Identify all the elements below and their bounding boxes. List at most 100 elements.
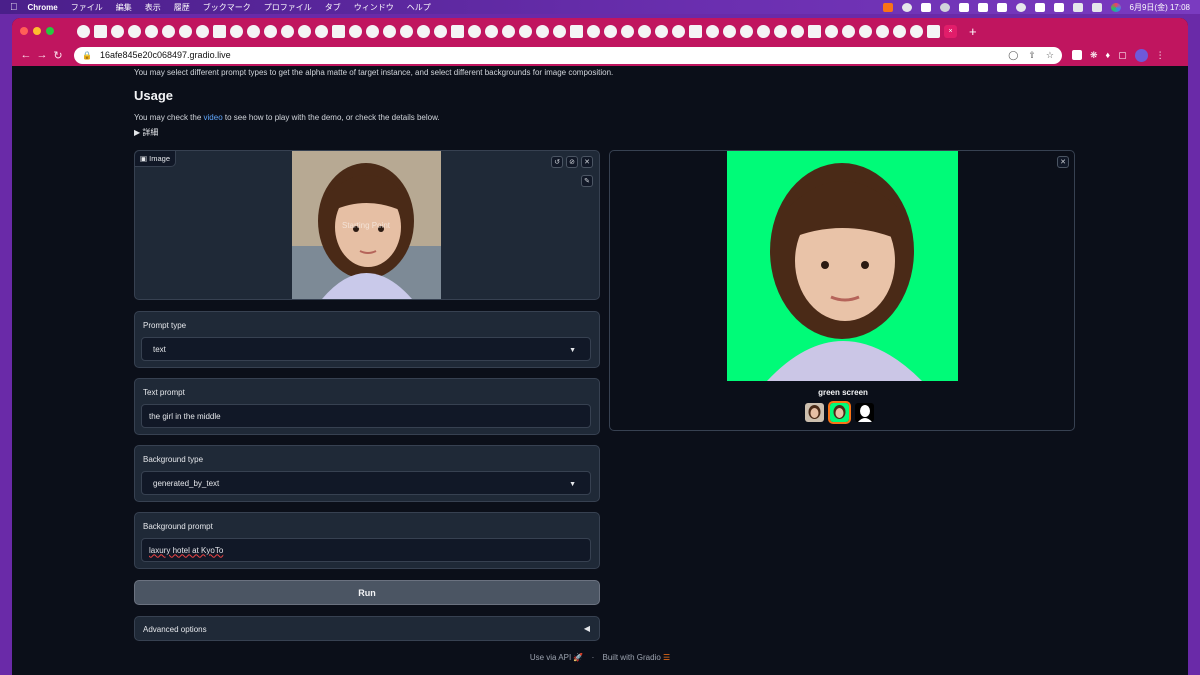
extension-icon[interactable]: [1072, 50, 1082, 60]
browser-tab-favicon[interactable]: [349, 24, 362, 38]
browser-tab-favicon[interactable]: [281, 24, 294, 38]
sidebar-icon[interactable]: ▢: [1118, 50, 1127, 61]
share-icon[interactable]: ⇧: [1028, 50, 1036, 61]
browser-tab-favicon[interactable]: [196, 24, 209, 38]
tray-app-icon[interactable]: [977, 2, 988, 12]
browser-tab-favicon[interactable]: [383, 24, 396, 38]
browser-tab-favicon[interactable]: [604, 24, 617, 38]
profile-avatar[interactable]: [1134, 48, 1148, 62]
extension-icon[interactable]: ❋: [1090, 50, 1098, 61]
edit-pen-icon[interactable]: ✎: [581, 175, 593, 187]
browser-tab-favicon[interactable]: [128, 24, 141, 38]
api-link[interactable]: Use via API: [530, 653, 571, 662]
browser-tab-favicon[interactable]: [468, 24, 481, 38]
browser-tab-favicon[interactable]: [842, 24, 855, 38]
browser-tab-favicon[interactable]: [706, 24, 719, 38]
browser-tab-favicon[interactable]: [502, 24, 515, 38]
browser-tab-favicon[interactable]: [893, 24, 906, 38]
browser-tab-favicon[interactable]: [77, 24, 90, 38]
browser-tab-favicon[interactable]: [298, 24, 311, 38]
search-icon[interactable]: [1072, 2, 1083, 12]
tray-app-icon[interactable]: [901, 2, 912, 12]
wifi-icon[interactable]: [1053, 2, 1064, 12]
background-prompt-input[interactable]: laxury hotel at KyoTo: [141, 538, 591, 562]
reload-icon[interactable]: ↻: [50, 49, 66, 62]
tray-app-icon[interactable]: [958, 2, 969, 12]
active-tab-close-button[interactable]: ×: [944, 24, 957, 38]
details-toggle[interactable]: ▶ 詳細: [134, 127, 158, 138]
menubar-clock[interactable]: 6月9日(金) 17:08: [1130, 2, 1190, 13]
menu-tab[interactable]: タブ: [325, 2, 341, 13]
menu-edit[interactable]: 編集: [116, 2, 132, 13]
browser-tab-favicon[interactable]: [927, 24, 940, 38]
video-link[interactable]: video: [204, 113, 223, 122]
menu-help[interactable]: ヘルプ: [407, 2, 431, 13]
tray-app-icon[interactable]: [939, 2, 950, 12]
run-button[interactable]: Run: [134, 580, 600, 605]
menu-profiles[interactable]: プロファイル: [264, 2, 312, 13]
browser-tab-favicon[interactable]: [689, 24, 702, 38]
puzzle-icon[interactable]: ♦: [1106, 50, 1111, 60]
browser-tab-favicon[interactable]: [757, 24, 770, 38]
tray-app-icon[interactable]: [1015, 2, 1026, 12]
browser-tab-favicon[interactable]: [910, 24, 923, 38]
browser-tab-favicon[interactable]: [417, 24, 430, 38]
battery-icon[interactable]: [996, 2, 1007, 12]
browser-tab-favicon[interactable]: [264, 24, 277, 38]
undo-icon[interactable]: ↺: [551, 156, 563, 168]
close-icon[interactable]: ✕: [581, 156, 593, 168]
browser-tab-favicon[interactable]: [808, 24, 821, 38]
menu-view[interactable]: 表示: [145, 2, 161, 13]
browser-tab-favicon[interactable]: [400, 24, 413, 38]
browser-tab-favicon[interactable]: [859, 24, 872, 38]
clear-icon[interactable]: ⊘: [566, 156, 578, 168]
text-prompt-input[interactable]: the girl in the middle: [141, 404, 591, 428]
output-image[interactable]: [727, 151, 958, 381]
gradio-link[interactable]: Built with Gradio: [603, 653, 661, 662]
menu-history[interactable]: 履歴: [174, 2, 190, 13]
maximize-window-button[interactable]: [46, 27, 54, 35]
thumbnail-original[interactable]: [805, 403, 824, 422]
browser-tab-favicon[interactable]: [536, 24, 549, 38]
browser-tab-favicon[interactable]: [111, 24, 124, 38]
menu-app-name[interactable]: Chrome: [28, 3, 58, 12]
browser-tab-favicon[interactable]: [825, 24, 838, 38]
browser-tab-favicon[interactable]: [791, 24, 804, 38]
new-tab-button[interactable]: +: [969, 24, 977, 39]
thumbnail-alpha-matte[interactable]: [855, 403, 874, 422]
browser-tab-favicon[interactable]: [876, 24, 889, 38]
browser-tab-favicon[interactable]: [672, 24, 685, 38]
browser-tab-favicon[interactable]: [179, 24, 192, 38]
advanced-options-accordion[interactable]: Advanced options ◀: [134, 616, 600, 641]
close-icon[interactable]: ✕: [1057, 156, 1069, 168]
browser-tab-favicon[interactable]: [774, 24, 787, 38]
minimize-window-button[interactable]: [33, 27, 41, 35]
control-center-icon[interactable]: [1091, 2, 1102, 12]
browser-tab-favicon[interactable]: [638, 24, 651, 38]
browser-tab-favicon[interactable]: [655, 24, 668, 38]
browser-tab-favicon[interactable]: [519, 24, 532, 38]
browser-tab-favicon[interactable]: [315, 24, 328, 38]
close-window-button[interactable]: [20, 27, 28, 35]
forward-icon[interactable]: →: [34, 49, 50, 61]
browser-tab-favicon[interactable]: [94, 24, 107, 38]
translate-icon[interactable]: ◯: [1008, 50, 1018, 61]
tray-app-icon[interactable]: [882, 2, 893, 12]
menu-window[interactable]: ウィンドウ: [354, 2, 394, 13]
thumbnail-green-screen[interactable]: [828, 401, 851, 424]
browser-tab-favicon[interactable]: [247, 24, 260, 38]
tray-app-icon[interactable]: [920, 2, 931, 12]
tray-app-icon[interactable]: [1034, 2, 1045, 12]
browser-tab-favicon[interactable]: [723, 24, 736, 38]
browser-tab-favicon[interactable]: [740, 24, 753, 38]
bookmark-star-icon[interactable]: ☆: [1046, 50, 1054, 61]
browser-tab-favicon[interactable]: [570, 24, 583, 38]
prompt-type-dropdown[interactable]: text ▼: [141, 337, 591, 361]
browser-tab-favicon[interactable]: [230, 24, 243, 38]
menu-kebab-icon[interactable]: ⋮: [1156, 50, 1165, 61]
browser-tab-favicon[interactable]: [145, 24, 158, 38]
apple-logo-icon[interactable]: : [10, 2, 18, 13]
input-image[interactable]: Starting Point: [292, 151, 441, 299]
back-icon[interactable]: ←: [18, 49, 34, 61]
background-type-dropdown[interactable]: generated_by_text ▼: [141, 471, 591, 495]
